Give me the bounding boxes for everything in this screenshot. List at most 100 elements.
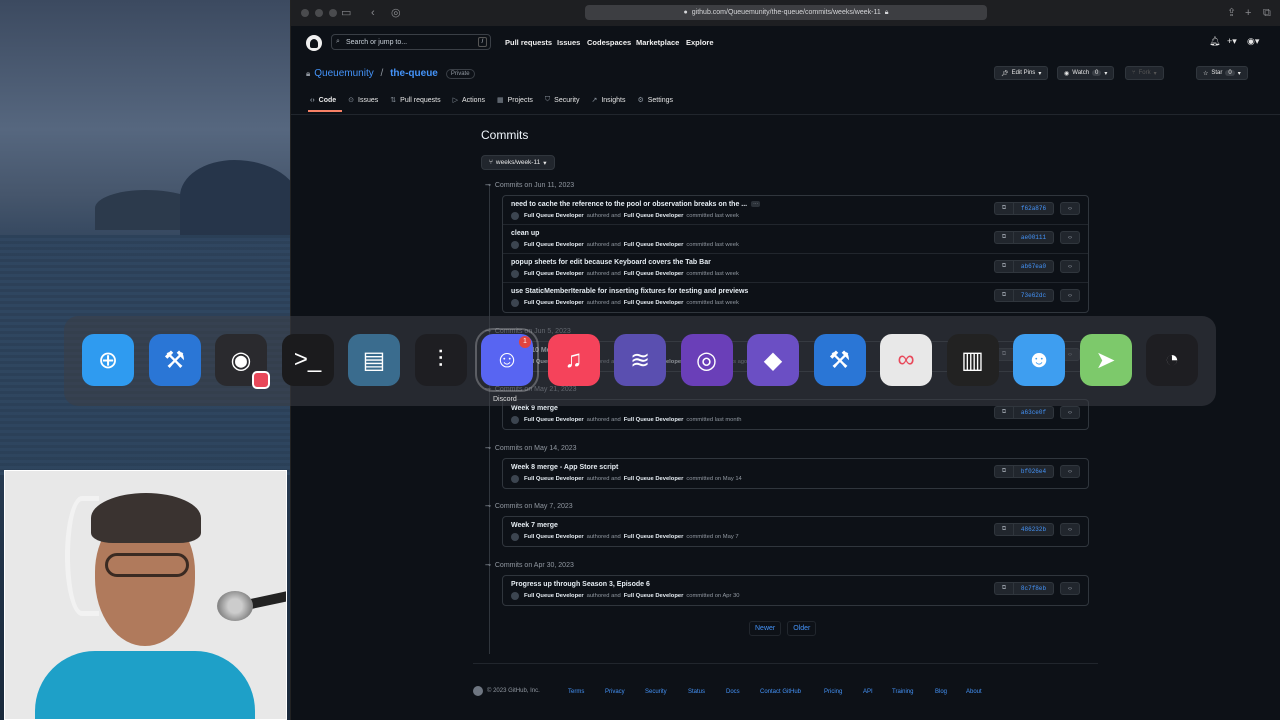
obs-app-icon[interactable]: ◉ [215, 334, 270, 389]
tab-projects[interactable]: ▦ Projects [493, 92, 541, 112]
dashboard-app-icon[interactable]: ◔ [1146, 334, 1198, 386]
commit-committer[interactable]: Full Queue Developer [624, 242, 684, 248]
terminal-app-icon[interactable]: >_ [281, 334, 334, 386]
zoom-window-button[interactable] [329, 9, 337, 17]
commit-committer[interactable]: Full Queue Developer [624, 417, 684, 423]
xcode-beta-app-icon[interactable]: ⚒ [813, 334, 866, 386]
browse-repo-icon[interactable]: ‹› [1060, 465, 1080, 478]
browse-repo-icon[interactable]: ‹› [1060, 406, 1080, 419]
edit-pins-button[interactable]: 📌︎ Edit Pins ▾ [994, 66, 1049, 80]
commit-sha-link[interactable]: ab67ea0 [1014, 260, 1054, 273]
footer-link-docs[interactable]: Docs [726, 689, 740, 695]
github-logo-icon[interactable] [306, 35, 322, 51]
commit-committer[interactable]: Full Queue Developer [624, 300, 684, 306]
waves-app-icon[interactable]: ≋ [614, 334, 666, 386]
commit-message-link[interactable]: Week 8 merge - App Store script [511, 464, 618, 471]
address-bar[interactable]: ● github.com/Queuemunity/the-queue/commi… [585, 5, 987, 20]
commit-message-link[interactable]: clean up [511, 230, 539, 237]
commit-author[interactable]: Full Queue Developer [524, 271, 584, 277]
finder-app-icon[interactable]: ☻ [1013, 334, 1065, 386]
commit-sha-link[interactable]: f62a876 [1014, 202, 1054, 215]
notifications-bell-icon[interactable]: 🔔︎ [1209, 36, 1220, 47]
commit-sha-link[interactable]: ae00111 [1014, 231, 1054, 244]
expand-message-button[interactable]: ··· [751, 201, 761, 208]
copy-sha-icon[interactable]: ⧉ [994, 202, 1014, 215]
commit-author[interactable]: Full Queue Developer [524, 476, 584, 482]
tab-actions[interactable]: ▷ Actions [449, 92, 493, 112]
commit-message-link[interactable]: need to cache the reference to the pool … [511, 201, 747, 208]
nav-issues[interactable]: Issues [557, 38, 580, 47]
safari-app-icon[interactable]: ⊕ [82, 334, 134, 386]
sidebar-toggle-icon[interactable]: ▭ [341, 6, 351, 20]
copy-sha-icon[interactable]: ⧉ [994, 231, 1014, 244]
commit-message-link[interactable]: popup sheets for edit because Keyboard c… [511, 259, 711, 266]
tab-pull-requests[interactable]: ⇅ Pull requests [386, 92, 448, 112]
tab-code[interactable]: ‹› Code [306, 92, 344, 112]
close-window-button[interactable] [301, 9, 309, 17]
commit-message-link[interactable]: Week 7 merge [511, 522, 558, 529]
copy-sha-icon[interactable]: ⧉ [994, 289, 1014, 302]
commit-message-link[interactable]: Progress up through Season 3, Episode 6 [511, 581, 650, 588]
copy-sha-icon[interactable]: ⧉ [994, 582, 1014, 595]
browse-repo-icon[interactable]: ‹› [1060, 582, 1080, 595]
tab-insights[interactable]: ↗ Insights [587, 92, 633, 112]
minimize-window-button[interactable] [315, 9, 323, 17]
watch-button[interactable]: ◉ Watch 0 ▾ [1057, 66, 1115, 80]
new-tab-icon[interactable]: + [1245, 6, 1251, 20]
nav-codespaces[interactable]: Codespaces [587, 38, 631, 47]
footer-link-blog[interactable]: Blog [935, 689, 947, 695]
fork-button[interactable]: ⑂ Fork ▾ [1125, 66, 1164, 80]
obsidian-app-icon[interactable]: ◆ [747, 334, 799, 386]
xcode-app-icon[interactable]: ⚒ [148, 334, 201, 386]
search-input[interactable]: ⌕ Search or jump to... / [331, 34, 491, 50]
commit-author[interactable]: Full Queue Developer [524, 593, 584, 599]
commit-author[interactable]: Full Queue Developer [524, 300, 584, 306]
browse-repo-icon[interactable]: ‹› [1060, 523, 1080, 536]
commit-author[interactable]: Full Queue Developer [524, 242, 584, 248]
copy-sha-icon[interactable]: ⧉ [994, 465, 1014, 478]
commit-sha-link[interactable]: a63ce0f [1014, 406, 1054, 419]
footer-link-privacy[interactable]: Privacy [605, 689, 625, 695]
tab-overview-icon[interactable]: ⧉ [1263, 6, 1271, 20]
footer-link-training[interactable]: Training [892, 689, 913, 695]
commit-committer[interactable]: Full Queue Developer [624, 593, 684, 599]
commit-sha-link[interactable]: 486232b [1014, 523, 1054, 536]
repo-name-link[interactable]: the-queue [390, 68, 438, 79]
tab-settings[interactable]: ⚙ Settings [633, 92, 681, 112]
footer-link-security[interactable]: Security [645, 689, 667, 695]
tab-security[interactable]: ⛉ Security [541, 92, 588, 112]
commit-sha-link[interactable]: 73e62dc [1014, 289, 1054, 302]
footer-link-contact[interactable]: Contact GitHub [760, 689, 801, 695]
discord-app-icon[interactable]: ☺ 1 [475, 328, 539, 392]
share-icon[interactable]: ⇪ [1227, 6, 1236, 20]
star-button[interactable]: ☆ Star 0 ▾ [1196, 66, 1248, 80]
commit-committer[interactable]: Full Queue Developer [624, 534, 684, 540]
user-avatar-icon[interactable]: ◉▾ [1247, 36, 1259, 47]
music-app-icon[interactable]: ♫ [547, 334, 600, 386]
copy-sha-icon[interactable]: ⧉ [994, 523, 1014, 536]
commit-sha-link[interactable]: bf026e4 [1014, 465, 1054, 478]
older-button[interactable]: Older [787, 621, 817, 636]
footer-link-terms[interactable]: Terms [568, 689, 584, 695]
browse-repo-icon[interactable]: ‹› [1060, 231, 1080, 244]
footer-link-about[interactable]: About [966, 689, 982, 695]
link-app-app-icon[interactable]: ∞ [880, 334, 932, 386]
audio-mixer-app-icon[interactable]: ⫶ [414, 334, 467, 386]
maps-app-icon[interactable]: ➤ [1079, 334, 1132, 386]
commit-committer[interactable]: Full Queue Developer [624, 271, 684, 277]
back-arrow-icon[interactable]: ‹ [371, 6, 375, 20]
commit-committer[interactable]: Full Queue Developer [624, 476, 684, 482]
browse-repo-icon[interactable]: ‹› [1060, 202, 1080, 215]
commit-author[interactable]: Full Queue Developer [524, 534, 584, 540]
nav-marketplace[interactable]: Marketplace [636, 38, 679, 47]
newer-button[interactable]: Newer [749, 621, 782, 636]
browse-repo-icon[interactable]: ‹› [1060, 260, 1080, 273]
repo-owner-link[interactable]: Queuemunity [314, 68, 373, 79]
recorder-app-icon[interactable]: ◎ [680, 334, 733, 386]
lighthouse-app-icon[interactable]: ▤ [348, 334, 400, 386]
browse-repo-icon[interactable]: ‹› [1060, 289, 1080, 302]
commit-message-link[interactable]: Week 9 merge [511, 405, 558, 412]
nav-pull-requests[interactable]: Pull requests [505, 38, 552, 47]
shield-icon[interactable]: ◎ [391, 6, 401, 20]
copy-sha-icon[interactable]: ⧉ [994, 260, 1014, 273]
